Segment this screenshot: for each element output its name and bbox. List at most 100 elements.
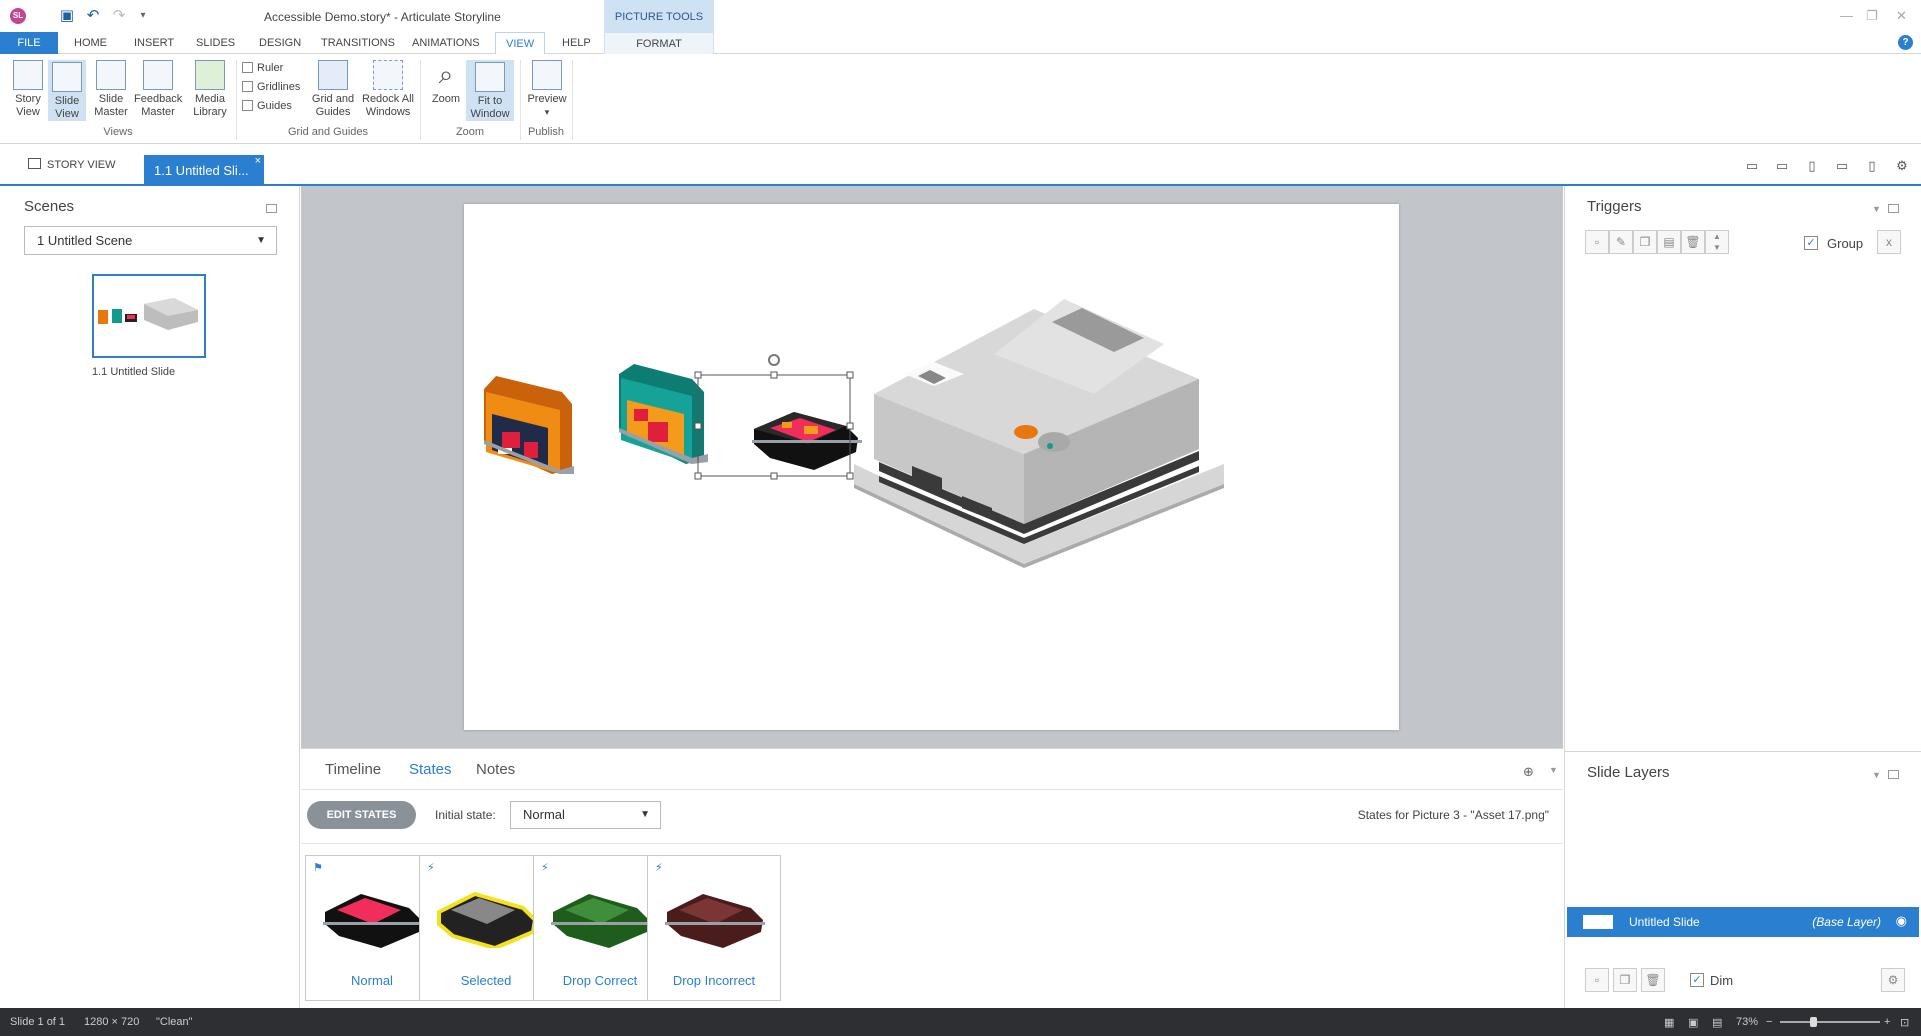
state-card-drop-incorrect[interactable]: ⚡ Drop Incorrect (647, 855, 781, 1001)
delete-layer-button[interactable]: 🗑 (1641, 968, 1665, 992)
slide-view-status-icon[interactable]: ▣ (1688, 1016, 1698, 1029)
initial-state-dropdown[interactable]: Normal ▼ (510, 801, 661, 829)
phone-portrait-icon[interactable]: ▯ (1864, 158, 1880, 173)
base-layer-row[interactable]: Untitled Slide (Base Layer) ◉ (1567, 907, 1919, 937)
initial-state-label: Initial state: (435, 808, 496, 822)
layer-settings-button[interactable]: ⚙ (1881, 968, 1905, 992)
tab-states[interactable]: States (409, 761, 452, 778)
zoom-slider-thumb[interactable] (1810, 1017, 1817, 1027)
scenes-panel: Scenes 1 Untitled Scene ▼ 1.1 Untitled S… (0, 186, 300, 1008)
tab-view[interactable]: VIEW (495, 32, 546, 55)
tab-notes[interactable]: Notes (476, 761, 515, 778)
guides-checkbox[interactable]: Guides (242, 100, 292, 112)
slide-layers-panel: Slide Layers ▼ Untitled Slide (Base Laye… (1565, 751, 1921, 1008)
tablet-landscape-icon[interactable]: ▭ (1774, 158, 1790, 173)
right-panel: Triggers ▼ ▫ ✎ ❐ ▤ 🗑 ▲ ▼ ✓ Group x Slide … (1564, 186, 1921, 1008)
undock-icon[interactable] (266, 204, 277, 213)
close-icon[interactable]: × (255, 146, 261, 177)
slide-view-button[interactable]: Slide View (48, 60, 86, 121)
tab-slides[interactable]: SLIDES (186, 32, 245, 54)
variables-button[interactable]: x (1877, 230, 1901, 254)
save-icon[interactable]: ▣ (58, 7, 76, 25)
chevron-down-icon[interactable]: ▼ (1872, 770, 1883, 780)
scene-dropdown[interactable]: 1 Untitled Scene ▼ (24, 226, 277, 255)
base-layer-tag: (Base Layer) (1812, 915, 1881, 929)
ruler-checkbox[interactable]: Ruler (242, 62, 283, 74)
new-trigger-button[interactable]: ▫ (1585, 230, 1609, 254)
orange-cartridge-image[interactable] (484, 376, 574, 474)
tab-help[interactable]: HELP (552, 32, 601, 54)
undock-icon[interactable] (1888, 770, 1899, 779)
zoom-out-icon[interactable]: − (1766, 1016, 1772, 1028)
media-library-icon (195, 60, 225, 90)
fit-to-window-button[interactable]: Fit to Window (466, 60, 514, 121)
story-view-button[interactable]: Story View (10, 60, 46, 119)
tab-file[interactable]: FILE (0, 32, 58, 54)
selected-cartridge-image[interactable] (752, 412, 862, 470)
grid-icon (318, 60, 348, 90)
zoom-slider[interactable] (1780, 1021, 1880, 1023)
slide-canvas[interactable] (464, 204, 1399, 730)
state-label: Drop Incorrect (672, 973, 756, 988)
fit-window-icon (475, 62, 505, 92)
tab-home[interactable]: HOME (64, 32, 117, 54)
story-view-status-icon[interactable]: ▦ (1664, 1016, 1674, 1029)
dim-checkbox[interactable]: ✓ (1690, 973, 1704, 987)
story-view-icon (28, 158, 41, 169)
close-icon[interactable]: ✕ (1896, 8, 1907, 24)
chevron-down-icon: ▾ (544, 107, 550, 117)
slide-tab[interactable]: 1.1 Untitled Sli... × (144, 155, 264, 186)
customize-icon[interactable]: ▾ (134, 7, 152, 25)
teal-cartridge-image[interactable] (619, 364, 708, 464)
restore-icon[interactable]: ❐ (1866, 8, 1878, 24)
gear-icon[interactable]: ⚙ (1894, 158, 1910, 173)
app-logo-icon: SL (10, 8, 26, 24)
feedback-master-button[interactable]: Feedback Master (134, 60, 182, 119)
preview-button[interactable]: Preview ▾ (524, 60, 570, 119)
tab-animations[interactable]: ANIMATIONS (402, 32, 490, 54)
paste-trigger-button[interactable]: ▤ (1657, 230, 1681, 254)
tab-insert[interactable]: INSERT (124, 32, 184, 54)
slide-thumbnail[interactable] (92, 274, 206, 358)
title-bar: SL ▣ ↶ ↷ ▾ Accessible Demo.story* - Arti… (0, 0, 1921, 32)
tab-transitions[interactable]: TRANSITIONS (311, 32, 405, 54)
grid-guides-button[interactable]: Grid and Guides (310, 60, 356, 119)
help-icon[interactable]: ? (1898, 35, 1913, 50)
media-library-button[interactable]: Media Library (190, 60, 230, 119)
zoom-button[interactable]: ⌕ Zoom (428, 60, 464, 106)
copy-trigger-button[interactable]: ❐ (1633, 230, 1657, 254)
undo-icon[interactable]: ↶ (84, 7, 102, 25)
story-view-tab[interactable]: STORY VIEW (28, 158, 115, 171)
game-console-image[interactable] (854, 299, 1224, 568)
tab-design[interactable]: DESIGN (249, 32, 311, 54)
layer-thumbnail (1583, 915, 1613, 929)
chevron-down-icon: ▼ (640, 809, 650, 820)
redo-icon[interactable]: ↷ (110, 7, 128, 25)
duplicate-layer-button[interactable]: ❐ (1613, 968, 1637, 992)
delete-trigger-button[interactable]: 🗑 (1681, 230, 1705, 254)
phone-landscape-icon[interactable]: ▭ (1834, 158, 1850, 173)
new-layer-button[interactable]: ▫ (1585, 968, 1609, 992)
eye-icon[interactable]: ◉ (1896, 913, 1907, 929)
zoom-group-label: Zoom (455, 126, 485, 138)
preview-status-icon[interactable]: ▤ (1712, 1016, 1722, 1029)
edit-states-button[interactable]: EDIT STATES (307, 801, 416, 829)
tablet-portrait-icon[interactable]: ▯ (1804, 158, 1820, 173)
redock-windows-button[interactable]: Redock All Windows (360, 60, 416, 119)
undock-icon[interactable] (1888, 204, 1899, 213)
desktop-icon[interactable]: ▭ (1744, 158, 1760, 173)
tab-format[interactable]: FORMAT (604, 32, 714, 54)
minimize-icon[interactable]: — (1840, 8, 1853, 23)
chevron-down-icon[interactable]: ▼ (1549, 765, 1559, 775)
tab-timeline[interactable]: Timeline (325, 761, 381, 778)
lightning-icon: ⚡ (655, 862, 663, 874)
edit-trigger-button[interactable]: ✎ (1609, 230, 1633, 254)
chevron-down-icon[interactable]: ▼ (1872, 204, 1883, 214)
gridlines-checkbox[interactable]: Gridlines (242, 81, 300, 93)
zoom-in-icon[interactable]: + (1884, 1016, 1890, 1028)
move-trigger-buttons[interactable]: ▲ ▼ (1705, 230, 1729, 254)
slide-master-button[interactable]: Slide Master (92, 60, 130, 119)
pin-icon[interactable]: ⊕ (1523, 765, 1537, 779)
group-checkbox[interactable]: ✓ (1804, 236, 1818, 250)
fit-icon[interactable]: ⊡ (1900, 1016, 1909, 1029)
